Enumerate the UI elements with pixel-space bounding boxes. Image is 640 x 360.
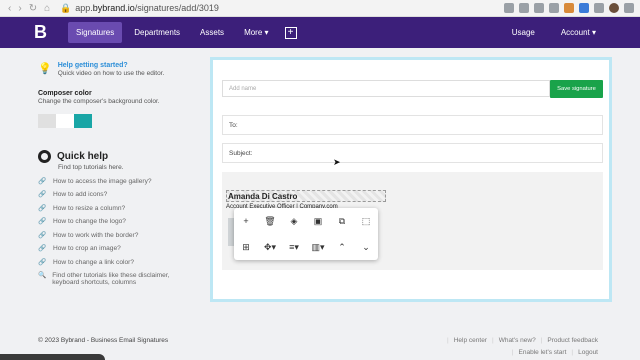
separator: |: [491, 337, 494, 344]
bybrand-logo[interactable]: B: [34, 22, 64, 43]
link-icon: 🔗: [38, 258, 47, 266]
tutorial-links: 🔗 How to access the image gallery? 🔗 How t…: [38, 178, 198, 287]
browser-chrome: ‹ › ↻ ⌂ 🔒 app.bybrand.io/signatures/add/…: [0, 0, 640, 17]
separator: |: [571, 349, 574, 356]
color-swatches: [38, 114, 198, 128]
extensions-bar: [504, 3, 634, 13]
link-icon: 🔗: [38, 191, 47, 199]
extension-icon[interactable]: [564, 3, 574, 13]
nav-signatures[interactable]: Signatures: [68, 22, 123, 43]
duplicate-icon[interactable]: ⧉: [335, 214, 349, 228]
composer-color-subtitle: Change the composer's background color.: [38, 98, 160, 105]
mouse-cursor-icon: ➤: [333, 157, 341, 167]
nav-right: Usage Account ▾: [512, 17, 596, 48]
link-icon: 🔗: [38, 204, 47, 212]
tutorial-link[interactable]: 🔗 How to change a link color?: [38, 259, 198, 266]
other-tutorials-link[interactable]: 🔍 Find other tutorials like these disclai…: [38, 272, 198, 287]
arrow-up-icon[interactable]: ⌃: [335, 240, 349, 254]
footer-links-row2: | Enable let's start | Logout: [512, 349, 598, 356]
nav-more[interactable]: More ▾: [236, 22, 276, 43]
help-getting-started[interactable]: 💡 Help getting started? Quick video on h…: [38, 62, 198, 77]
address-bar[interactable]: 🔒 app.bybrand.io/signatures/add/3019: [60, 3, 219, 14]
subject-field[interactable]: Subject:: [222, 143, 603, 163]
sidebar: 💡 Help getting started? Quick video on h…: [38, 62, 198, 293]
extension-icon[interactable]: [579, 3, 589, 13]
product-feedback-link[interactable]: Product feedback: [547, 337, 598, 344]
extension-icon[interactable]: [519, 3, 529, 13]
browser-nav: ‹ › ↻ ⌂: [0, 3, 60, 14]
tutorial-link[interactable]: 🔗 How to access the image gallery?: [38, 178, 198, 185]
quick-help-subtitle: Find top tutorials here.: [58, 164, 124, 171]
extension-icon[interactable]: [594, 3, 604, 13]
reload-icon[interactable]: ↻: [29, 3, 37, 14]
swatch-teal[interactable]: [74, 114, 92, 128]
signature-name-input[interactable]: Add name: [222, 80, 550, 97]
save-signature-button[interactable]: Save signature: [550, 80, 603, 98]
extension-icon[interactable]: [549, 3, 559, 13]
home-icon[interactable]: ⌂: [44, 3, 50, 14]
link-icon: 🔗: [38, 218, 47, 226]
separator: |: [447, 337, 449, 344]
top-navigation: B Signatures Departments Assets More ▾ +…: [0, 17, 640, 48]
link-icon: 🔗: [38, 178, 47, 185]
whats-new-link[interactable]: What's new?: [499, 337, 536, 344]
quick-help-title: Quick help: [57, 151, 109, 162]
quick-help-header: Quick help: [38, 150, 198, 163]
column-icon[interactable]: ▥▾: [311, 240, 325, 254]
add-new-icon[interactable]: +: [284, 26, 297, 39]
lock-icon: 🔒: [60, 2, 72, 13]
block-toolbar: + 🗑 ◈ ▣ ⧉ ⬚ ⊞ ✥▾ ≡▾ ▥▾ ⌃ ⌄: [234, 208, 378, 260]
paint-bucket-icon[interactable]: ◈: [287, 214, 301, 228]
lightbulb-icon: 💡: [38, 63, 52, 75]
tutorial-link[interactable]: 🔗 How to add icons?: [38, 191, 198, 198]
search-icon: 🔍: [38, 272, 47, 280]
trash-icon[interactable]: 🗑: [263, 214, 277, 228]
lifebuoy-icon: [38, 150, 51, 163]
help-subtitle: Quick video on how to use the editor.: [57, 70, 165, 77]
enable-lets-start-link[interactable]: Enable let's start: [519, 349, 567, 356]
logout-link[interactable]: Logout: [578, 349, 598, 356]
extension-icon[interactable]: [504, 3, 514, 13]
help-center-link[interactable]: Help center: [454, 337, 487, 344]
menu-icon[interactable]: [624, 3, 634, 13]
footer-links: | Help center | What's new? | Product fe…: [447, 337, 598, 344]
image-icon[interactable]: ▣: [311, 214, 325, 228]
link-icon: 🔗: [38, 245, 47, 253]
swatch-white[interactable]: [56, 114, 74, 128]
nav-account[interactable]: Account ▾: [561, 28, 596, 37]
plus-icon[interactable]: +: [239, 214, 253, 228]
nav-usage[interactable]: Usage: [512, 28, 535, 37]
signature-name-block[interactable]: Amanda Di Castro: [226, 190, 386, 202]
overlay-strip: [0, 354, 105, 360]
text-align-icon[interactable]: ≡▾: [287, 240, 301, 254]
to-field[interactable]: To:: [222, 115, 603, 135]
nav-departments[interactable]: Departments: [126, 22, 188, 43]
forward-icon[interactable]: ›: [18, 3, 21, 14]
signature-editor: Add name Save signature To: Subject: Ama…: [210, 57, 612, 302]
copyright: © 2023 Bybrand - Business Email Signatur…: [38, 337, 169, 344]
arrow-down-icon[interactable]: ⌄: [359, 240, 373, 254]
swatch-gray[interactable]: [38, 114, 56, 128]
tutorial-link[interactable]: 🔗 How to crop an image?: [38, 245, 198, 252]
url-text: app.bybrand.io/signatures/add/3019: [75, 3, 219, 13]
vertical-align-icon[interactable]: ✥▾: [263, 240, 277, 254]
composer-color-title: Composer color: [38, 90, 92, 97]
link-icon: 🔗: [38, 231, 47, 239]
table-icon[interactable]: ⊞: [239, 240, 253, 254]
select-icon[interactable]: ⬚: [359, 214, 373, 228]
help-title[interactable]: Help getting started?: [58, 62, 165, 69]
extension-icon[interactable]: [534, 3, 544, 13]
back-icon[interactable]: ‹: [8, 3, 11, 14]
separator: |: [511, 349, 514, 356]
tutorial-link[interactable]: 🔗 How to resize a column?: [38, 205, 198, 212]
tutorial-link[interactable]: 🔗 How to work with the border?: [38, 232, 198, 239]
nav-assets[interactable]: Assets: [192, 22, 232, 43]
separator: |: [540, 337, 543, 344]
profile-avatar[interactable]: [609, 3, 619, 13]
tutorial-link[interactable]: 🔗 How to change the logo?: [38, 218, 198, 225]
